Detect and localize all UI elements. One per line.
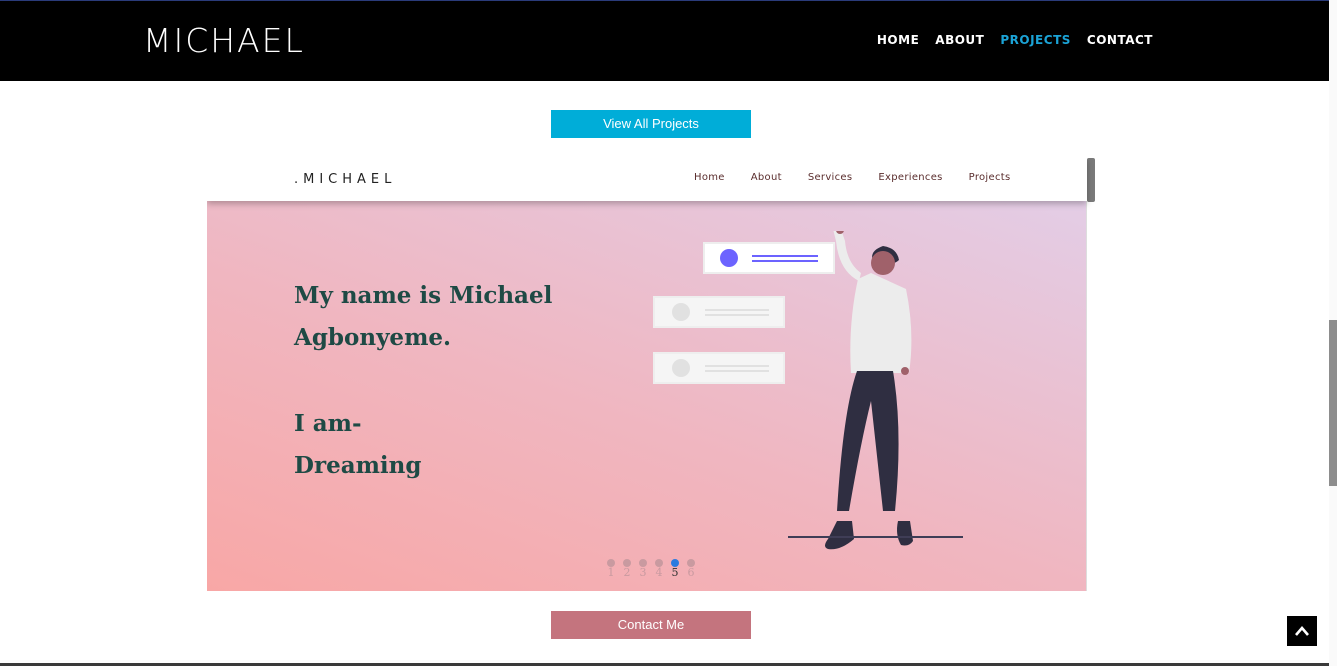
- hero-line-surname: Agbonyeme.: [294, 324, 452, 351]
- preview-hero: My name is Michael Agbonyeme. I am- Drea…: [207, 201, 1087, 591]
- hero-illustration: [653, 231, 963, 550]
- slide-dot[interactable]: 6: [686, 559, 696, 579]
- slide-dot-active[interactable]: 5: [670, 559, 680, 579]
- preview-logo[interactable]: .MICHAEL: [294, 172, 396, 187]
- site-logo[interactable]: MICHAEL: [143, 23, 305, 59]
- hero-heading: My name is Michael Agbonyeme. I am- Drea…: [294, 275, 552, 487]
- preview-nav-home[interactable]: Home: [694, 172, 725, 183]
- slide-dot[interactable]: 4: [654, 559, 664, 579]
- profile-card-icon: [653, 296, 785, 328]
- hero-line-iam: I am-: [294, 410, 362, 437]
- page-scrollbar[interactable]: [1329, 0, 1337, 666]
- contact-me-button[interactable]: Contact Me: [551, 611, 751, 639]
- preview-nav-services[interactable]: Services: [808, 172, 853, 183]
- slide-pagination: 1 2 3 4 5 6: [606, 559, 696, 579]
- project-preview-frame[interactable]: .MICHAEL Home About Services Experiences…: [207, 158, 1095, 591]
- preview-scrollbar-thumb[interactable]: [1087, 158, 1095, 202]
- preview-nav-experiences[interactable]: Experiences: [878, 172, 942, 183]
- person-figure: [788, 231, 963, 550]
- site-header: MICHAEL HOME ABOUT PROJECTS CONTACT: [0, 0, 1329, 81]
- slide-dot[interactable]: 3: [638, 559, 648, 579]
- preview-navbar: .MICHAEL Home About Services Experiences…: [207, 158, 1087, 201]
- preview-scrollbar[interactable]: [1086, 158, 1095, 591]
- chevron-up-icon: [1295, 626, 1309, 636]
- back-to-top-button[interactable]: [1287, 616, 1317, 646]
- profile-card-icon: [703, 242, 835, 274]
- nav-home[interactable]: HOME: [877, 33, 919, 47]
- main-nav: HOME ABOUT PROJECTS CONTACT: [877, 33, 1153, 47]
- page-scrollbar-thumb[interactable]: [1329, 320, 1337, 486]
- profile-card-icon: [653, 352, 785, 384]
- hero-line-name: My name is Michael: [294, 282, 553, 309]
- preview-nav-projects[interactable]: Projects: [969, 172, 1011, 183]
- slide-dot[interactable]: 1: [606, 559, 616, 579]
- nav-about[interactable]: ABOUT: [935, 33, 984, 47]
- preview-nav-links: Home About Services Experiences Projects: [694, 172, 1011, 183]
- nav-contact[interactable]: CONTACT: [1087, 33, 1153, 47]
- hero-line-typed: Dreaming: [294, 452, 422, 479]
- view-all-projects-button[interactable]: View All Projects: [551, 110, 751, 138]
- nav-projects[interactable]: PROJECTS: [1000, 33, 1071, 47]
- slide-dot[interactable]: 2: [622, 559, 632, 579]
- preview-nav-about[interactable]: About: [751, 172, 782, 183]
